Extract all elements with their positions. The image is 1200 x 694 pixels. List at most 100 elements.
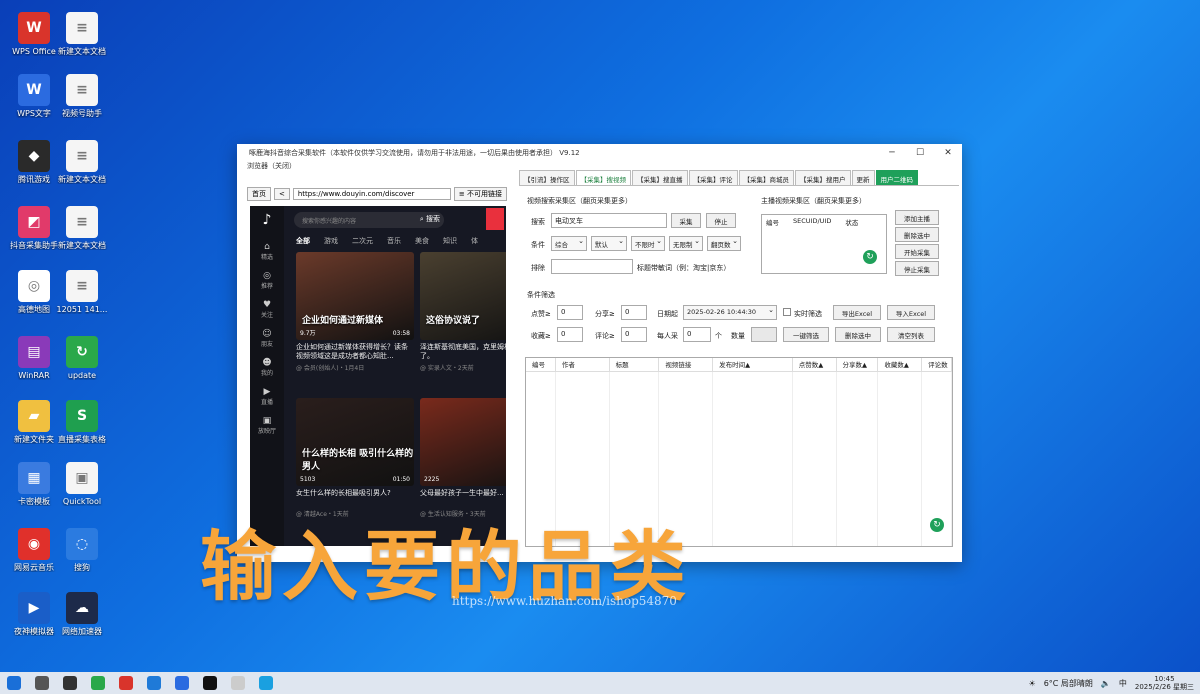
- douyin-tab[interactable]: 游戏: [324, 236, 338, 246]
- table-column-header[interactable]: 编号: [526, 358, 556, 371]
- volume-icon[interactable]: 🔈: [1101, 679, 1111, 688]
- per-user-input[interactable]: 0: [683, 327, 711, 342]
- condition-select[interactable]: 综合: [551, 236, 587, 251]
- realtime-checkbox[interactable]: [783, 308, 791, 316]
- douyin-banner[interactable]: [486, 208, 504, 230]
- desktop-icon[interactable]: ☁ 网络加速器: [52, 592, 112, 636]
- desktop-icon[interactable]: ↻ update: [52, 336, 112, 380]
- table-column-header[interactable]: 发布时间▲: [713, 358, 793, 371]
- douyin-tab[interactable]: 知识: [443, 236, 457, 246]
- table-refresh-icon[interactable]: ↻: [930, 518, 944, 532]
- desktop-icon[interactable]: ≡ 新建文本文档: [52, 140, 112, 184]
- video-thumbnail[interactable]: 什么样的长相 吸引什么样的男人 5103 01:50: [296, 398, 414, 486]
- video-caption[interactable]: 泽连斯基彻底美国，克里姆林宫卖了。: [420, 343, 506, 361]
- douyin-tab[interactable]: 美食: [415, 236, 429, 246]
- uid-action-button[interactable]: 删除选中: [895, 227, 939, 242]
- uid-list[interactable]: 编号 SECUID/UID 状态: [761, 214, 887, 274]
- home-button[interactable]: 首页: [247, 187, 271, 201]
- douyin-nav-item[interactable]: ♥ 关注: [250, 300, 284, 319]
- douyin-search-input[interactable]: 搜索你感兴趣的内容 ⌕ 搜索: [294, 212, 444, 228]
- uid-action-button[interactable]: 添加主播: [895, 210, 939, 225]
- task-view-icon[interactable]: [63, 676, 77, 690]
- douyin-tab[interactable]: 音乐: [387, 236, 401, 246]
- main-tab[interactable]: 【采集】搜用户: [795, 170, 851, 185]
- douyin-search-button[interactable]: ⌕ 搜索: [420, 214, 440, 224]
- table-column-header[interactable]: 收藏数▲: [878, 358, 923, 371]
- video-thumbnail[interactable]: 2225: [420, 398, 506, 486]
- uid-column-header[interactable]: SECUID/UID: [793, 217, 831, 227]
- douyin-tab[interactable]: 全部: [296, 236, 310, 246]
- app-icon[interactable]: [91, 676, 105, 690]
- sogou-icon[interactable]: [175, 676, 189, 690]
- video-card[interactable]: 企业如何通过新媒体 9.7万 03:58 企业如何通过新媒体获得增长？读条视频领域这是…: [296, 252, 414, 372]
- main-tab[interactable]: 【采集】评论: [688, 170, 738, 185]
- export-excel-button[interactable]: 导出Excel: [833, 305, 881, 320]
- weather-text[interactable]: 6°C 局部晴朗: [1044, 678, 1093, 689]
- close-icon[interactable]: ✕: [934, 148, 962, 158]
- desktop-icon[interactable]: S 直播采集表格: [52, 400, 112, 444]
- maximize-icon[interactable]: ☐: [906, 148, 934, 158]
- start-icon[interactable]: [7, 676, 21, 690]
- refresh-icon[interactable]: ↻: [863, 250, 877, 264]
- clock[interactable]: 10:45 2025/2/26 星期三: [1135, 675, 1194, 691]
- keyword-input[interactable]: 电动叉车: [551, 213, 667, 228]
- date-picker[interactable]: 2025-02-26 10:44:30: [683, 305, 777, 320]
- desktop-icon[interactable]: ≡ 12051 141...: [52, 270, 112, 314]
- exclude-input[interactable]: [551, 259, 633, 274]
- collect-input[interactable]: 0: [557, 327, 583, 342]
- condition-select[interactable]: 翻页数: [707, 236, 741, 251]
- wps-icon[interactable]: [119, 676, 133, 690]
- main-tab[interactable]: 【采集】商城员: [738, 170, 794, 185]
- desktop-icon[interactable]: ▣ QuickTool: [52, 462, 112, 506]
- video-card[interactable]: 这俗协议说了泽连斯基彻底美国，克里姆林宫卖了。 @ 实录人文・2天前: [420, 252, 506, 372]
- douyin-nav-item[interactable]: ☻ 我的: [250, 358, 284, 377]
- comment-input[interactable]: 0: [621, 327, 647, 342]
- weather-icon[interactable]: ☀: [1029, 679, 1036, 688]
- ime-indicator[interactable]: 中: [1119, 678, 1127, 689]
- delete-selected-button[interactable]: 删除选中: [835, 327, 881, 342]
- table-column-header[interactable]: 点赞数▲: [793, 358, 837, 371]
- video-thumbnail[interactable]: 企业如何通过新媒体 9.7万 03:58: [296, 252, 414, 340]
- browser-icon[interactable]: [147, 676, 161, 690]
- uid-column-header[interactable]: 编号: [766, 217, 779, 227]
- share-input[interactable]: 0: [621, 305, 647, 320]
- filter-button[interactable]: 一键筛选: [783, 327, 829, 342]
- table-column-header[interactable]: 评论数: [922, 358, 953, 371]
- main-tab[interactable]: 用户二维码: [875, 170, 918, 185]
- collect-button[interactable]: 采集: [671, 213, 701, 228]
- desktop-icon[interactable]: ≡ 视频号助手: [52, 74, 112, 118]
- table-column-header[interactable]: 分享数▲: [837, 358, 879, 371]
- main-tab[interactable]: 更新: [851, 170, 875, 185]
- search-icon[interactable]: [35, 676, 49, 690]
- douyin-nav-item[interactable]: ▣ 放映厅: [250, 416, 284, 435]
- video-caption[interactable]: 企业如何通过新媒体获得增长？读条视频领域这是成功者都心知肚...: [296, 343, 414, 361]
- import-excel-button[interactable]: 导入Excel: [887, 305, 935, 320]
- main-tab[interactable]: 【引流】操作区: [519, 170, 575, 185]
- douyin-icon[interactable]: [203, 676, 217, 690]
- table-column-header[interactable]: 标题: [610, 358, 660, 371]
- douyin-nav-item[interactable]: ▶ 直播: [250, 387, 284, 406]
- table-column-header[interactable]: 视频链接: [659, 358, 714, 371]
- video-thumbnail[interactable]: 这俗协议说了: [420, 252, 506, 340]
- uid-action-button[interactable]: 停止采集: [895, 261, 939, 276]
- video-card[interactable]: 2225 父母最好孩子一生中最好... @ 生活认知服务・3天前: [420, 398, 506, 518]
- tool-icon[interactable]: [231, 676, 245, 690]
- minimize-icon[interactable]: ─: [878, 148, 906, 158]
- video-card[interactable]: 什么样的长相 吸引什么样的男人 5103 01:50 女生什么样的长相最吸引男人? @ …: [296, 398, 414, 518]
- back-button[interactable]: <: [274, 188, 290, 200]
- url-field[interactable]: https://www.douyin.com/discover: [292, 188, 451, 200]
- douyin-nav-item[interactable]: ☺ 朋友: [250, 329, 284, 348]
- uid-action-button[interactable]: 开始采集: [895, 244, 939, 259]
- desktop-icon[interactable]: ◌ 搜狗: [52, 528, 112, 572]
- douyin-tab[interactable]: 体: [471, 236, 478, 246]
- douyin-tab[interactable]: 二次元: [352, 236, 373, 246]
- uid-column-header[interactable]: 状态: [845, 217, 858, 227]
- stop-button[interactable]: 停止: [706, 213, 736, 228]
- condition-select[interactable]: 不限时: [631, 236, 665, 251]
- clear-list-button[interactable]: 清空列表: [887, 327, 935, 342]
- desktop-icon[interactable]: ≡ 新建文本文档: [52, 206, 112, 250]
- douyin-nav-item[interactable]: ◎ 推荐: [250, 271, 284, 290]
- desktop-icon[interactable]: ≡ 新建文本文档: [52, 12, 112, 56]
- cloud-icon[interactable]: [259, 676, 273, 690]
- douyin-nav-item[interactable]: ⌂ 精选: [250, 242, 284, 261]
